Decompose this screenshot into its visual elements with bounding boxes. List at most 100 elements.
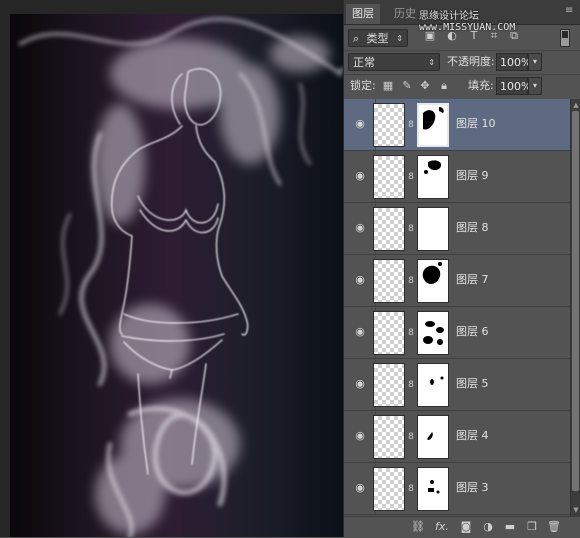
mask-shape <box>423 321 444 345</box>
layer-row[interactable]: ◉ 8 图层 10 <box>344 99 570 151</box>
scroll-up-icon[interactable]: ▲ <box>571 100 580 110</box>
layer-filter-row: ⌕ 类型 ⇕ ▣ ◐ T ⌗ ⧉ <box>344 26 580 50</box>
opacity-label: 不透明度: <box>447 55 495 68</box>
layers-scrollbar[interactable]: ▲ ▼ <box>570 99 580 516</box>
layer-row[interactable]: ◉ 8 图层 9 <box>344 151 570 203</box>
filter-shape-icon[interactable]: ⌗ <box>486 28 502 44</box>
search-icon: ⌕ <box>353 32 360 45</box>
layer-name[interactable]: 图层 9 <box>456 169 489 183</box>
layer-thumbnail[interactable] <box>373 155 405 199</box>
chevron-updown-icon: ⇕ <box>396 34 403 43</box>
link-layers-icon[interactable]: ⛓ <box>410 520 426 534</box>
opacity-input[interactable]: 100% <box>496 53 531 71</box>
chain-link-icon[interactable]: 8 <box>407 171 415 183</box>
mask-shape <box>423 107 444 130</box>
layer-row[interactable]: ◉ 8 图层 3 <box>344 463 570 515</box>
divider <box>344 74 580 75</box>
filter-type-icon[interactable]: T <box>466 28 482 44</box>
smoke-figure-artwork[interactable] <box>10 14 343 537</box>
layer-mask-thumbnail[interactable] <box>417 155 449 199</box>
eye-icon[interactable]: ◉ <box>352 429 368 443</box>
filter-kind-select[interactable]: ⌕ 类型 ⇕ <box>348 29 408 47</box>
layer-mask-thumbnail[interactable] <box>417 103 449 147</box>
layer-mask-thumbnail[interactable] <box>417 259 449 303</box>
filter-smartobject-icon[interactable]: ⧉ <box>506 28 522 44</box>
lock-position-icon[interactable]: ✥ <box>418 79 432 93</box>
chain-link-icon[interactable]: 8 <box>407 275 415 287</box>
layer-name[interactable]: 图层 10 <box>456 117 496 131</box>
scroll-down-icon[interactable]: ▼ <box>571 505 580 515</box>
smoke-figure-illustration <box>18 17 343 537</box>
mask-shape <box>427 432 433 440</box>
lock-image-pixels-icon[interactable]: ✎ <box>400 79 414 93</box>
eye-icon[interactable]: ◉ <box>352 221 368 235</box>
eye-icon[interactable]: ◉ <box>352 117 368 131</box>
new-adjustment-layer-icon[interactable]: ◑ <box>480 520 496 534</box>
mask-shape <box>424 160 442 174</box>
eye-icon[interactable]: ◉ <box>352 377 368 391</box>
chain-link-icon[interactable]: 8 <box>407 379 415 391</box>
layer-name[interactable]: 图层 7 <box>456 273 489 287</box>
layer-thumbnail[interactable] <box>373 207 405 251</box>
layer-row[interactable]: ◉ 8 图层 5 <box>344 359 570 411</box>
layer-row[interactable]: ◉ 8 图层 4 <box>344 411 570 463</box>
fill-input[interactable]: 100% <box>496 77 531 95</box>
filter-adjustment-icon[interactable]: ◐ <box>444 28 460 44</box>
layer-thumbnail[interactable] <box>373 259 405 303</box>
layer-name[interactable]: 图层 6 <box>456 325 489 339</box>
layers-panel-footer: ⛓ fx. ◙ ◑ ▬ ❐ 🗑︎ <box>344 516 580 538</box>
layer-mask-thumbnail[interactable] <box>417 311 449 355</box>
scrollbar-thumb[interactable] <box>572 111 579 491</box>
lock-all-icon[interactable]: 🔒︎ <box>437 79 451 93</box>
layer-name[interactable]: 图层 8 <box>456 221 489 235</box>
chain-link-icon[interactable]: 8 <box>407 223 415 235</box>
new-group-folder-icon[interactable]: ▬ <box>502 520 518 534</box>
lock-label: 锁定: <box>350 79 376 92</box>
mask-shape <box>422 262 442 284</box>
layer-thumbnail[interactable] <box>373 467 405 511</box>
tab-history[interactable]: 历史 <box>388 4 422 24</box>
filter-pixel-icon[interactable]: ▣ <box>422 28 438 44</box>
fill-dropdown-arrow[interactable]: ▾ <box>528 77 542 95</box>
divider <box>344 50 580 51</box>
layer-thumbnail[interactable] <box>373 103 405 147</box>
fx-icon[interactable]: fx. <box>432 520 452 534</box>
opacity-dropdown-arrow[interactable]: ▾ <box>528 53 542 71</box>
new-layer-icon[interactable]: ❐ <box>524 520 540 534</box>
layer-thumbnail[interactable] <box>373 415 405 459</box>
layer-name[interactable]: 图层 5 <box>456 377 489 391</box>
layer-mask-thumbnail[interactable] <box>417 207 449 251</box>
lock-transparent-pixels-icon[interactable]: ▦ <box>381 79 395 93</box>
chain-link-icon[interactable]: 8 <box>407 119 415 131</box>
layer-row[interactable]: ◉ 8 图层 8 <box>344 203 570 255</box>
layer-thumbnail[interactable] <box>373 311 405 355</box>
layer-mask-thumbnail[interactable] <box>417 467 449 511</box>
trash-icon[interactable]: 🗑︎ <box>546 520 562 534</box>
layers-panel: 图层 历史 ≡ 思缘设计论坛 www.MISSYUAN.COM ⌕ 类型 ⇕ ▣… <box>343 0 580 538</box>
eye-icon[interactable]: ◉ <box>352 169 368 183</box>
eye-icon[interactable]: ◉ <box>352 481 368 495</box>
blend-mode-select[interactable]: 正常 ⇕ <box>348 53 440 71</box>
mask-shape <box>430 376 444 385</box>
layer-row[interactable]: ◉ 8 图层 6 <box>344 307 570 359</box>
layers-list[interactable]: ◉ 8 图层 10 ◉ 8 图层 9 ◉ 8 图层 8 ◉ 8 图层 7 ◉ 8… <box>344 99 570 516</box>
layer-name[interactable]: 图层 3 <box>456 481 489 495</box>
layer-name[interactable]: 图层 4 <box>456 429 489 443</box>
layer-mask-thumbnail[interactable] <box>417 415 449 459</box>
document-canvas-area[interactable] <box>0 0 343 537</box>
add-mask-icon[interactable]: ◙ <box>458 520 474 534</box>
filter-toggle-switch[interactable] <box>560 29 570 47</box>
chain-link-icon[interactable]: 8 <box>407 327 415 339</box>
chain-link-icon[interactable]: 8 <box>407 431 415 443</box>
layer-mask-thumbnail[interactable] <box>417 363 449 407</box>
tab-layers[interactable]: 图层 <box>346 4 380 24</box>
fill-label: 填充: <box>468 79 494 92</box>
eye-icon[interactable]: ◉ <box>352 273 368 287</box>
chain-link-icon[interactable]: 8 <box>407 483 415 495</box>
eye-icon[interactable]: ◉ <box>352 325 368 339</box>
mask-shape <box>428 480 440 494</box>
layer-thumbnail[interactable] <box>373 363 405 407</box>
chevron-updown-icon: ⇕ <box>428 58 435 67</box>
blend-mode-value: 正常 <box>353 56 375 69</box>
layer-row[interactable]: ◉ 8 图层 7 <box>344 255 570 307</box>
